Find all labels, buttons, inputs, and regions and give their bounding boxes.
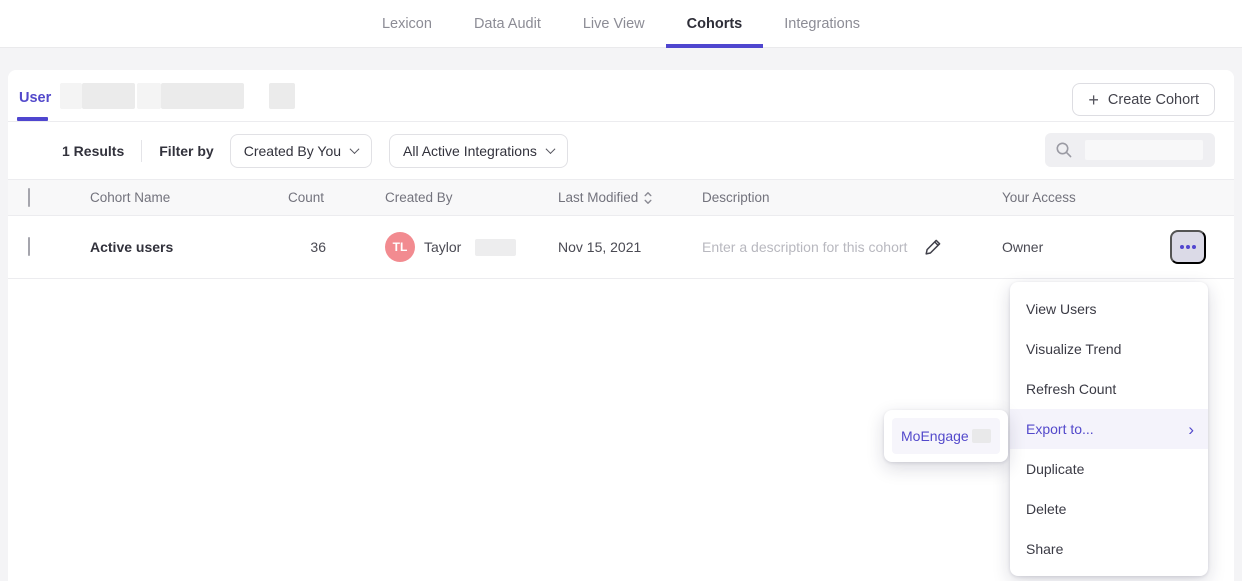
- create-cohort-button[interactable]: + Create Cohort: [1072, 83, 1215, 116]
- header-cohort-name: Cohort Name: [90, 190, 288, 205]
- submenu-item-moengage[interactable]: MoEngage: [892, 418, 1000, 454]
- row-checkbox[interactable]: [28, 237, 30, 256]
- integrations-filter-value: All Active Integrations: [403, 143, 537, 159]
- created-by-filter-value: Created By You: [244, 143, 341, 159]
- creator-name: Taylor: [424, 239, 461, 255]
- sort-icon: [644, 191, 652, 205]
- edit-description-button[interactable]: [923, 237, 943, 257]
- tab-label: Integrations: [784, 16, 860, 32]
- results-count: 1 Results: [62, 143, 124, 159]
- tab-cohorts[interactable]: Cohorts: [666, 0, 764, 47]
- dot-icon: [1186, 245, 1190, 249]
- header-created-by: Created By: [385, 190, 558, 205]
- dot-icon: [1180, 245, 1184, 249]
- menu-item-view-users[interactable]: View Users: [1010, 289, 1208, 329]
- last-modified-cell: Nov 15, 2021: [558, 239, 702, 255]
- menu-item-share[interactable]: Share: [1010, 529, 1208, 569]
- redacted-block: [60, 83, 82, 109]
- created-by-filter-dropdown[interactable]: Created By You: [230, 134, 372, 168]
- redacted-tabs: [60, 83, 295, 109]
- menu-item-refresh-count[interactable]: Refresh Count: [1010, 369, 1208, 409]
- tab-data-audit[interactable]: Data Audit: [453, 0, 562, 47]
- chevron-down-icon: [350, 144, 360, 154]
- plus-icon: +: [1088, 91, 1099, 109]
- row-actions-menu: View Users Visualize Trend Refresh Count…: [1010, 282, 1208, 576]
- chevron-right-icon: ›: [1188, 421, 1194, 438]
- tab-lexicon[interactable]: Lexicon: [361, 0, 453, 47]
- top-navigation: Lexicon Data Audit Live View Cohorts Int…: [0, 0, 1242, 48]
- redacted-block: [269, 83, 295, 109]
- tab-label: Live View: [583, 16, 645, 32]
- active-tab-underline: [666, 44, 764, 48]
- menu-item-visualize-trend[interactable]: Visualize Trend: [1010, 329, 1208, 369]
- tab-label: Cohorts: [687, 16, 743, 32]
- cohort-count: 36: [288, 239, 385, 255]
- select-all-checkbox[interactable]: [28, 188, 30, 207]
- pencil-icon: [923, 237, 943, 257]
- integrations-filter-dropdown[interactable]: All Active Integrations: [389, 134, 568, 168]
- header-count: Count: [288, 190, 385, 205]
- description-cell: Enter a description for this cohort: [702, 237, 1002, 257]
- cohort-name-link[interactable]: Active users: [90, 239, 288, 255]
- dot-icon: [1192, 245, 1196, 249]
- redacted-search-text: [1085, 140, 1203, 160]
- header-label: Last Modified: [558, 190, 638, 205]
- user-tab-underline: [17, 117, 48, 121]
- cohorts-screen: Lexicon Data Audit Live View Cohorts Int…: [0, 0, 1242, 581]
- menu-item-delete[interactable]: Delete: [1010, 489, 1208, 529]
- tab-live-view[interactable]: Live View: [562, 0, 666, 47]
- redacted-block: [161, 83, 244, 109]
- export-submenu: MoEngage: [884, 410, 1008, 462]
- chevron-down-icon: [545, 144, 555, 154]
- redacted-block: [137, 83, 161, 109]
- search-icon: [1055, 141, 1073, 159]
- table-row: Active users 36 TL Taylor Nov 15, 2021 E…: [8, 216, 1234, 279]
- header-your-access: Your Access: [1002, 190, 1170, 205]
- filter-by-label: Filter by: [159, 143, 213, 159]
- menu-item-duplicate[interactable]: Duplicate: [1010, 449, 1208, 489]
- description-placeholder[interactable]: Enter a description for this cohort: [702, 239, 907, 255]
- redacted-lastname: [475, 239, 516, 256]
- create-cohort-label: Create Cohort: [1108, 92, 1199, 108]
- count-value: 36: [288, 239, 326, 255]
- table-header: Cohort Name Count Created By Last Modifi…: [8, 179, 1234, 216]
- access-cell: Owner: [1002, 239, 1170, 255]
- redacted-suffix: [972, 429, 991, 443]
- tab-user[interactable]: User: [19, 90, 51, 106]
- redacted-block: [82, 83, 135, 109]
- menu-item-export-to[interactable]: Export to... ›: [1010, 409, 1208, 449]
- divider: [141, 140, 142, 162]
- avatar: TL: [385, 232, 415, 262]
- toolbar: 1 Results Filter by Created By You All A…: [8, 122, 1234, 179]
- header-last-modified[interactable]: Last Modified: [558, 190, 702, 205]
- header-description: Description: [702, 190, 1002, 205]
- tab-label: Data Audit: [474, 16, 541, 32]
- created-by-cell: TL Taylor: [385, 232, 558, 262]
- row-actions-button[interactable]: [1170, 230, 1206, 264]
- tab-integrations[interactable]: Integrations: [763, 0, 881, 47]
- export-to-label: Export to...: [1026, 421, 1094, 437]
- search-input[interactable]: [1045, 133, 1215, 167]
- tab-label: Lexicon: [382, 16, 432, 32]
- moengage-label: MoEngage: [901, 428, 969, 444]
- cohort-type-tabs: User + Create Cohort: [8, 70, 1234, 122]
